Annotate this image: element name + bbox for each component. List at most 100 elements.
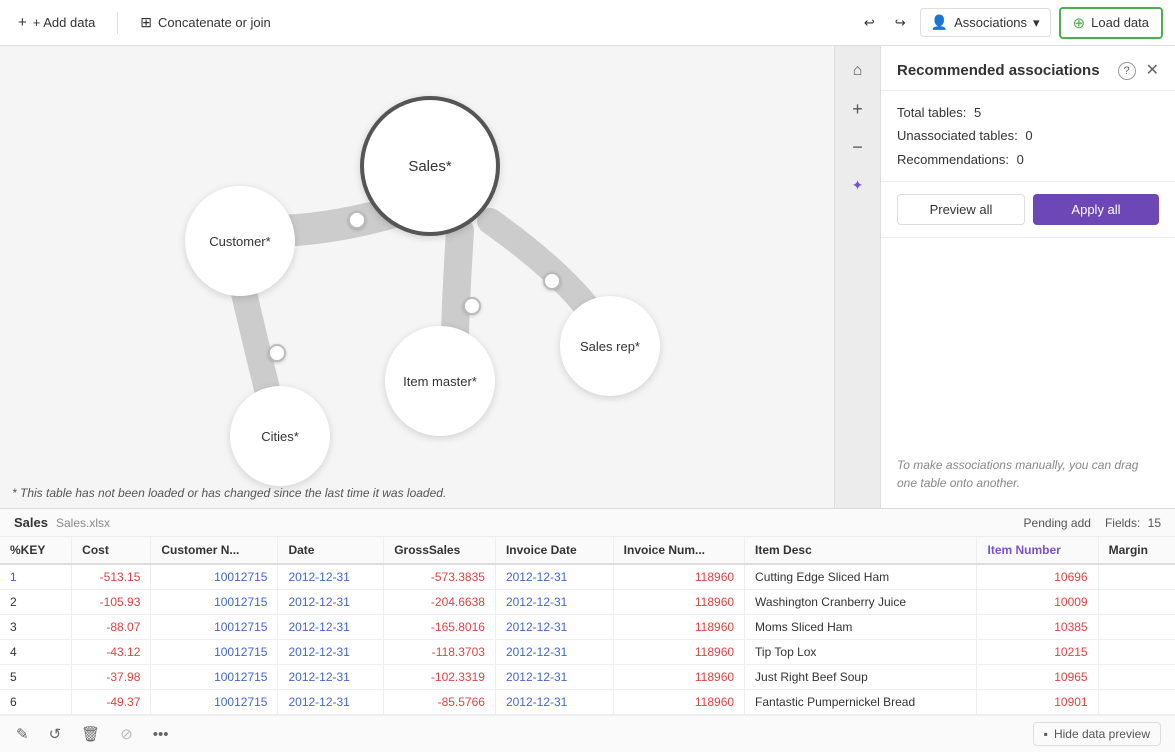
fields-label: Fields: bbox=[1105, 516, 1140, 530]
redo-button[interactable]: ↪ bbox=[889, 11, 912, 35]
table-row: 6 -49.37 10012715 2012-12-31 -85.5766 20… bbox=[0, 690, 1175, 715]
cell-cost: -88.07 bbox=[72, 615, 151, 640]
canvas-area[interactable]: Sales* Customer* Item master* Sales rep*… bbox=[0, 46, 880, 508]
canvas-toolbar: ⌂ + − ✦ bbox=[834, 46, 880, 508]
cell-customer-n: 10012715 bbox=[151, 590, 278, 615]
main-toolbar: + + Add data ⊞ Concatenate or join ↩ ↪ 👤… bbox=[0, 0, 1175, 46]
concatenate-label: Concatenate or join bbox=[158, 15, 271, 30]
magic-icon: ✦ bbox=[852, 177, 864, 194]
add-data-label: + Add data bbox=[33, 15, 96, 30]
cell-invoice-num: 118960 bbox=[613, 615, 744, 640]
undo-button[interactable]: ↩ bbox=[858, 11, 881, 35]
load-data-button[interactable]: ⊕ Load data bbox=[1059, 7, 1163, 39]
cell-invoice-num: 118960 bbox=[613, 590, 744, 615]
refresh-button[interactable]: ↺ bbox=[47, 723, 64, 745]
cell-item-desc: Moms Sliced Ham bbox=[745, 615, 977, 640]
cell-margin bbox=[1098, 665, 1175, 690]
cell-key: 3 bbox=[0, 615, 72, 640]
zoom-out-button[interactable]: − bbox=[841, 130, 875, 164]
connector-dot bbox=[543, 272, 561, 290]
cell-customer-n: 10012715 bbox=[151, 665, 278, 690]
col-customer-n: Customer N... bbox=[151, 537, 278, 564]
apply-all-button[interactable]: Apply all bbox=[1033, 194, 1159, 225]
node-cities[interactable]: Cities* bbox=[230, 386, 330, 486]
connector-dot bbox=[268, 344, 286, 362]
toolbar-right: ↩ ↪ 👤 Associations ▾ ⊕ Load data bbox=[858, 7, 1163, 39]
table-body: 1 -513.15 10012715 2012-12-31 -573.3835 … bbox=[0, 564, 1175, 715]
preview-file-name: Sales.xlsx bbox=[56, 516, 110, 530]
cell-customer-n: 10012715 bbox=[151, 615, 278, 640]
cell-gross-sales: -573.3835 bbox=[384, 564, 496, 590]
data-table-wrapper: %KEY Cost Customer N... Date GrossSales … bbox=[0, 537, 1175, 715]
cell-invoice-date: 2012-12-31 bbox=[495, 665, 613, 690]
cell-item-desc: Cutting Edge Sliced Ham bbox=[745, 564, 977, 590]
pending-add-label: Pending add bbox=[1024, 516, 1091, 530]
cell-date: 2012-12-31 bbox=[278, 564, 384, 590]
node-sales[interactable]: Sales* bbox=[360, 96, 500, 236]
refresh-icon: ↺ bbox=[49, 726, 62, 743]
node-sales-rep[interactable]: Sales rep* bbox=[560, 296, 660, 396]
recommendations-label: Recommendations: bbox=[897, 152, 1009, 167]
panel-close-button[interactable]: ✕ bbox=[1146, 60, 1159, 80]
edit-button[interactable]: ✎ bbox=[14, 723, 31, 745]
concatenate-icon: ⊞ bbox=[140, 14, 152, 31]
edit-icon: ✎ bbox=[16, 726, 29, 743]
preview-all-button[interactable]: Preview all bbox=[897, 194, 1025, 225]
cell-item-desc: Fantastic Pumpernickel Bread bbox=[745, 690, 977, 715]
monitor-icon: ▪ bbox=[1044, 727, 1048, 741]
cell-gross-sales: -165.8016 bbox=[384, 615, 496, 640]
cell-item-number: 10215 bbox=[977, 640, 1098, 665]
more-options-button[interactable]: ••• bbox=[151, 724, 171, 745]
undo-icon: ↩ bbox=[864, 15, 875, 31]
table-header-row: %KEY Cost Customer N... Date GrossSales … bbox=[0, 537, 1175, 564]
zoom-in-button[interactable]: + bbox=[841, 92, 875, 126]
total-tables-label: Total tables: bbox=[897, 105, 966, 120]
cell-date: 2012-12-31 bbox=[278, 615, 384, 640]
node-customer[interactable]: Customer* bbox=[185, 186, 295, 296]
preview-footer: ✎ ↺ 🗑 ⊘ ••• ▪ Hide data preview bbox=[0, 715, 1175, 752]
panel-help-button[interactable]: ? bbox=[1118, 61, 1136, 80]
add-data-button[interactable]: + + Add data bbox=[12, 10, 101, 35]
col-gross-sales: GrossSales bbox=[384, 537, 496, 564]
cell-item-desc: Tip Top Lox bbox=[745, 640, 977, 665]
apply-all-label: Apply all bbox=[1071, 202, 1120, 217]
cell-margin bbox=[1098, 640, 1175, 665]
cell-item-number: 10965 bbox=[977, 665, 1098, 690]
cell-invoice-date: 2012-12-31 bbox=[495, 690, 613, 715]
panel-actions: Preview all Apply all bbox=[881, 182, 1175, 238]
preview-header-left: Sales Sales.xlsx bbox=[14, 515, 110, 530]
delete-button[interactable]: 🗑 bbox=[79, 723, 102, 745]
cell-customer-n: 10012715 bbox=[151, 640, 278, 665]
footnote: * This table has not been loaded or has … bbox=[12, 486, 446, 500]
magic-tool-button[interactable]: ✦ bbox=[841, 168, 875, 202]
load-data-icon: ⊕ bbox=[1073, 14, 1086, 32]
unassociated-row: Unassociated tables: 0 bbox=[897, 124, 1159, 147]
zoom-in-icon: + bbox=[852, 99, 863, 120]
cell-gross-sales: -118.3703 bbox=[384, 640, 496, 665]
col-margin: Margin bbox=[1098, 537, 1175, 564]
close-icon: ✕ bbox=[1146, 62, 1159, 79]
hide-preview-button[interactable]: ▪ Hide data preview bbox=[1033, 722, 1161, 746]
cell-date: 2012-12-31 bbox=[278, 590, 384, 615]
node-sales-rep-label: Sales rep* bbox=[580, 339, 640, 354]
panel-hint: To make associations manually, you can d… bbox=[881, 238, 1175, 508]
panel-title: Recommended associations bbox=[897, 62, 1100, 79]
cell-date: 2012-12-31 bbox=[278, 665, 384, 690]
data-preview: Sales Sales.xlsx Pending add Fields: 15 … bbox=[0, 508, 1175, 752]
cell-margin bbox=[1098, 590, 1175, 615]
cell-gross-sales: -85.5766 bbox=[384, 690, 496, 715]
preview-all-label: Preview all bbox=[930, 202, 993, 217]
total-tables-value: 5 bbox=[974, 105, 981, 120]
help-icon: ? bbox=[1118, 62, 1136, 80]
associations-button[interactable]: 👤 Associations ▾ bbox=[920, 8, 1051, 37]
table-row: 3 -88.07 10012715 2012-12-31 -165.8016 2… bbox=[0, 615, 1175, 640]
cell-invoice-num: 118960 bbox=[613, 690, 744, 715]
home-tool-button[interactable]: ⌂ bbox=[841, 54, 875, 88]
concatenate-join-button[interactable]: ⊞ Concatenate or join bbox=[134, 10, 276, 35]
associations-person-icon: 👤 bbox=[931, 14, 948, 31]
panel-header-icons: ? ✕ bbox=[1118, 60, 1159, 80]
associations-label: Associations bbox=[954, 15, 1027, 30]
cell-customer-n: 10012715 bbox=[151, 564, 278, 590]
col-key: %KEY bbox=[0, 537, 72, 564]
node-item-master[interactable]: Item master* bbox=[385, 326, 495, 436]
